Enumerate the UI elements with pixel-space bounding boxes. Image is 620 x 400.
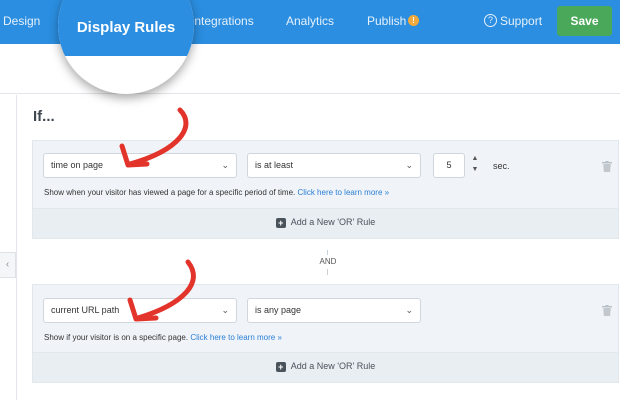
collapse-sidebar-chevron-icon[interactable]: ‹ [0, 252, 16, 278]
add-or-rule-button[interactable]: + Add a New 'OR' Rule [33, 361, 618, 372]
tab-design[interactable]: Design [3, 14, 40, 28]
seconds-unit-label: sec. [493, 161, 510, 171]
add-or-rule-bar: + Add a New 'OR' Rule [33, 352, 618, 382]
add-or-rule-button[interactable]: + Add a New 'OR' Rule [33, 217, 618, 228]
rule-help-text: Show when your visitor has viewed a page… [44, 188, 389, 197]
and-connector: AND [318, 250, 338, 275]
rule-help-text: Show if your visitor is on a specific pa… [44, 333, 282, 342]
add-or-rule-bar: + Add a New 'OR' Rule [33, 208, 618, 238]
seconds-stepper[interactable]: ▲ ▼ [469, 153, 481, 178]
chevron-down-icon: ⌄ [221, 160, 229, 170]
stepper-up-icon[interactable]: ▲ [469, 153, 481, 164]
support-link[interactable]: Support [500, 14, 542, 28]
chevron-down-icon: ⌄ [405, 160, 413, 170]
and-label: AND [319, 257, 337, 266]
plus-icon: + [275, 362, 286, 372]
condition-select-value: time on page [51, 160, 104, 170]
if-heading: If... [33, 108, 55, 125]
stepper-down-icon[interactable]: ▼ [469, 164, 481, 175]
condition-select-value: current URL path [51, 305, 120, 315]
learn-more-link[interactable]: Click here to learn more » [190, 333, 282, 342]
rule-help-description: Show if your visitor is on a specific pa… [44, 333, 189, 342]
chevron-down-icon: ⌄ [221, 305, 229, 315]
rule-help-description: Show when your visitor has viewed a page… [44, 188, 296, 197]
operator-select[interactable]: is at least ⌄ [247, 153, 421, 178]
operator-select-value: is at least [255, 160, 294, 170]
seconds-input[interactable]: 5 [433, 153, 465, 178]
learn-more-link[interactable]: Click here to learn more » [297, 188, 389, 197]
connector-line [327, 269, 328, 275]
tab-publish[interactable]: Publish [367, 14, 406, 28]
save-button[interactable]: Save [557, 6, 612, 36]
operator-select-value: is any page [255, 305, 302, 315]
add-or-rule-label: Add a New 'OR' Rule [290, 361, 376, 371]
chevron-down-icon: ⌄ [405, 305, 413, 315]
annotation-arrow-icon [119, 107, 189, 168]
publish-alert-badge: ! [408, 15, 419, 26]
tab-integrations[interactable]: Integrations [191, 14, 254, 28]
add-or-rule-label: Add a New 'OR' Rule [290, 217, 376, 227]
help-icon[interactable]: ? [484, 14, 497, 27]
annotation-arrow-icon [127, 259, 196, 322]
tab-display-rules[interactable]: Display Rules [58, 19, 194, 36]
connector-line [327, 250, 328, 255]
trash-icon[interactable] [602, 305, 612, 316]
trash-icon[interactable] [602, 161, 612, 172]
tab-analytics[interactable]: Analytics [286, 14, 334, 28]
rule-group-2: current URL path ⌄ is any page ⌄ Show if… [32, 284, 619, 383]
operator-select[interactable]: is any page ⌄ [247, 298, 421, 323]
plus-icon: + [275, 218, 286, 228]
